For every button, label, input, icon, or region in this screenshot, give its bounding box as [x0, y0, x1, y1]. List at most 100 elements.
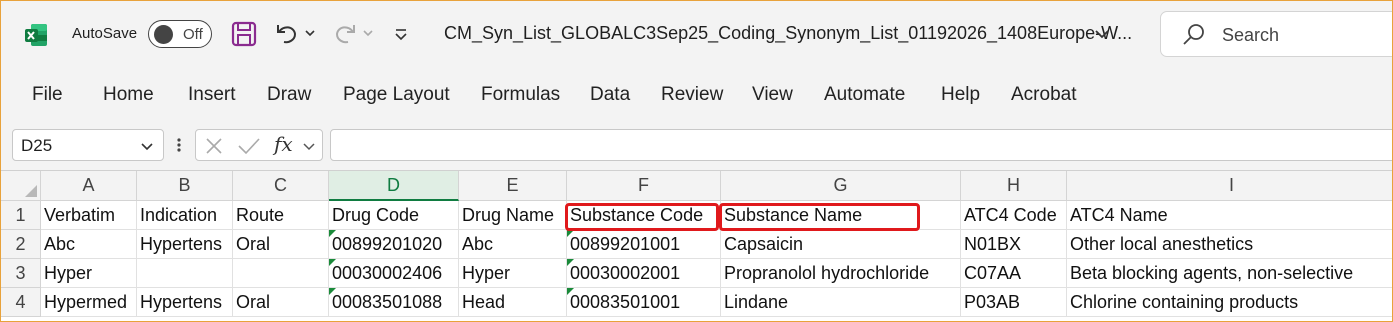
cell-d4[interactable]: 00083501088 [329, 288, 459, 317]
cell-b2[interactable]: Hypertens [137, 230, 233, 259]
cell-d2[interactable]: 00899201020 [329, 230, 459, 259]
chevron-down-icon[interactable] [139, 138, 155, 154]
cell-text: P03AB [964, 292, 1021, 312]
cell-text: Capsaicin [724, 234, 804, 254]
cell-b4[interactable]: Hypertens [137, 288, 233, 317]
cell-f4[interactable]: 00083501001 [567, 288, 721, 317]
tab-formulas[interactable]: Formulas [481, 84, 560, 106]
cell-h3[interactable]: C07AA [961, 259, 1067, 288]
autosave-toggle[interactable]: Off [148, 20, 212, 48]
cell-c2[interactable]: Oral [233, 230, 329, 259]
row-header-1[interactable]: 1 [1, 201, 41, 230]
name-box[interactable]: D25 [12, 129, 164, 161]
column-header-i[interactable]: I [1067, 171, 1392, 201]
cell-text: 00083501088 [332, 292, 443, 312]
cancel-icon[interactable] [204, 136, 224, 156]
tab-review[interactable]: Review [661, 84, 723, 106]
tab-draw[interactable]: Draw [267, 84, 311, 106]
enter-check-icon[interactable] [237, 136, 261, 156]
cell-c4[interactable]: Oral [233, 288, 329, 317]
column-header-e[interactable]: E [459, 171, 567, 201]
cell-g4[interactable]: Lindane [721, 288, 961, 317]
cell-text: Hyper [462, 263, 511, 283]
chevron-down-icon[interactable] [1093, 25, 1111, 43]
tab-view[interactable]: View [752, 84, 793, 106]
document-title[interactable]: CM_Syn_List_GLOBALC3Sep25_Coding_Synonym… [444, 23, 1132, 44]
tab-file[interactable]: File [32, 84, 63, 106]
cell-b1[interactable]: Indication [137, 201, 233, 230]
row-header-3[interactable]: 3 [1, 259, 41, 288]
cell-text: Lindane [724, 292, 789, 312]
search-box[interactable]: Search [1160, 11, 1392, 57]
cell-d3[interactable]: 00030002406 [329, 259, 459, 288]
name-box-value: D25 [21, 136, 53, 155]
cell-h4[interactable]: P03AB [961, 288, 1067, 317]
cell-a4[interactable]: Hypermed [41, 288, 137, 317]
cell-i3[interactable]: Beta blocking agents, non-selective [1067, 259, 1392, 288]
redo-dropdown-icon[interactable] [361, 25, 375, 41]
excel-logo-icon[interactable] [23, 22, 49, 48]
chevron-down-icon[interactable] [302, 138, 316, 154]
more-options-icon[interactable] [175, 135, 183, 155]
formula-controls: fx [195, 129, 323, 161]
cell-text: C07AA [964, 263, 1022, 283]
undo-icon[interactable] [274, 21, 300, 47]
tab-insert[interactable]: Insert [188, 84, 236, 106]
cell-text: 00030002406 [332, 263, 443, 283]
cell-d1[interactable]: Drug Code [329, 201, 459, 230]
redo-icon[interactable] [332, 21, 358, 47]
cell-a1[interactable]: Verbatim [41, 201, 137, 230]
column-header-g[interactable]: G [721, 171, 961, 201]
tab-data[interactable]: Data [590, 84, 630, 106]
tab-help[interactable]: Help [941, 84, 980, 106]
customize-qat-icon[interactable] [393, 25, 409, 43]
row-header-4[interactable]: 4 [1, 288, 41, 317]
cell-e2[interactable]: Abc [459, 230, 567, 259]
insert-function-button[interactable]: fx [274, 132, 293, 156]
ribbon-separator [1, 119, 1392, 128]
cell-f2[interactable]: 00899201001 [567, 230, 721, 259]
column-header-c[interactable]: C [233, 171, 329, 201]
cell-e1[interactable]: Drug Name [459, 201, 567, 230]
cell-text: Beta blocking agents, non-selective [1070, 263, 1354, 283]
cell-h1[interactable]: ATC4 Code [961, 201, 1067, 230]
tab-home[interactable]: Home [103, 84, 154, 106]
save-icon[interactable] [231, 21, 257, 47]
cell-text: ATC4 Name [1070, 205, 1168, 225]
cell-i4[interactable]: Chlorine containing products [1067, 288, 1392, 317]
toggle-knob [154, 24, 173, 44]
column-header-b[interactable]: B [137, 171, 233, 201]
cell-g2[interactable]: Capsaicin [721, 230, 961, 259]
cell-g3[interactable]: Propranolol hydrochloride [721, 259, 961, 288]
cell-c1[interactable]: Route [233, 201, 329, 230]
cell-h2[interactable]: N01BX [961, 230, 1067, 259]
cell-text: Propranolol hydrochloride [724, 263, 930, 283]
cell-text: Chlorine containing products [1070, 292, 1299, 312]
highlight-substance-code [565, 203, 719, 231]
cell-i1[interactable]: ATC4 Name [1067, 201, 1392, 230]
cell-i2[interactable]: Other local anesthetics [1067, 230, 1392, 259]
formula-bar: D25 fx [1, 128, 1392, 170]
cell-b3[interactable] [137, 259, 233, 288]
column-header-d[interactable]: D [329, 171, 459, 201]
cell-c3[interactable] [233, 259, 329, 288]
cell-text: Hypertens [140, 292, 223, 312]
undo-dropdown-icon[interactable] [303, 25, 317, 41]
tab-acrobat[interactable]: Acrobat [1011, 84, 1076, 106]
cell-a3[interactable]: Hyper [41, 259, 137, 288]
ribbon-tabs: File Home Insert Draw Page Layout Formul… [1, 69, 1392, 119]
cell-f3[interactable]: 00030002001 [567, 259, 721, 288]
column-header-f[interactable]: F [567, 171, 721, 201]
cell-a2[interactable]: Abc [41, 230, 137, 259]
tab-page-layout[interactable]: Page Layout [343, 84, 450, 106]
column-header-a[interactable]: A [41, 171, 137, 201]
cell-e3[interactable]: Hyper [459, 259, 567, 288]
column-header-h[interactable]: H [961, 171, 1067, 201]
cell-text: Oral [236, 234, 271, 254]
search-placeholder: Search [1222, 25, 1280, 45]
cell-e4[interactable]: Head [459, 288, 567, 317]
tab-automate[interactable]: Automate [824, 84, 905, 106]
formula-input[interactable] [330, 129, 1392, 161]
row-header-2[interactable]: 2 [1, 230, 41, 259]
select-all-button[interactable] [1, 171, 41, 201]
